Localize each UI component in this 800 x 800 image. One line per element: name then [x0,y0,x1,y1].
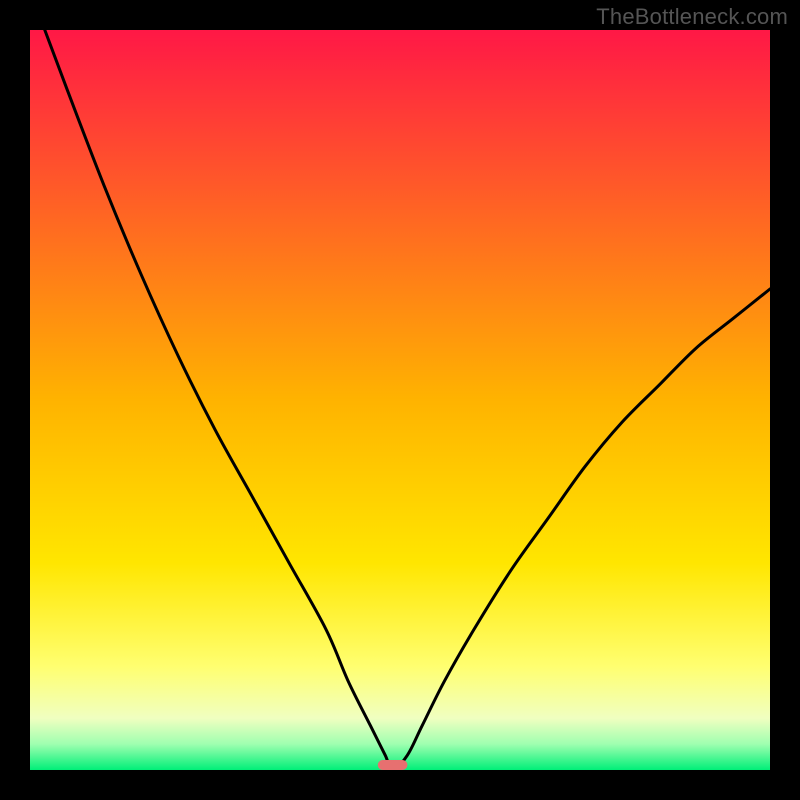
watermark-text: TheBottleneck.com [596,4,788,30]
chart-frame: TheBottleneck.com [0,0,800,800]
optimal-marker [378,760,408,770]
bottleneck-plot [0,0,800,800]
plot-area [30,30,770,770]
